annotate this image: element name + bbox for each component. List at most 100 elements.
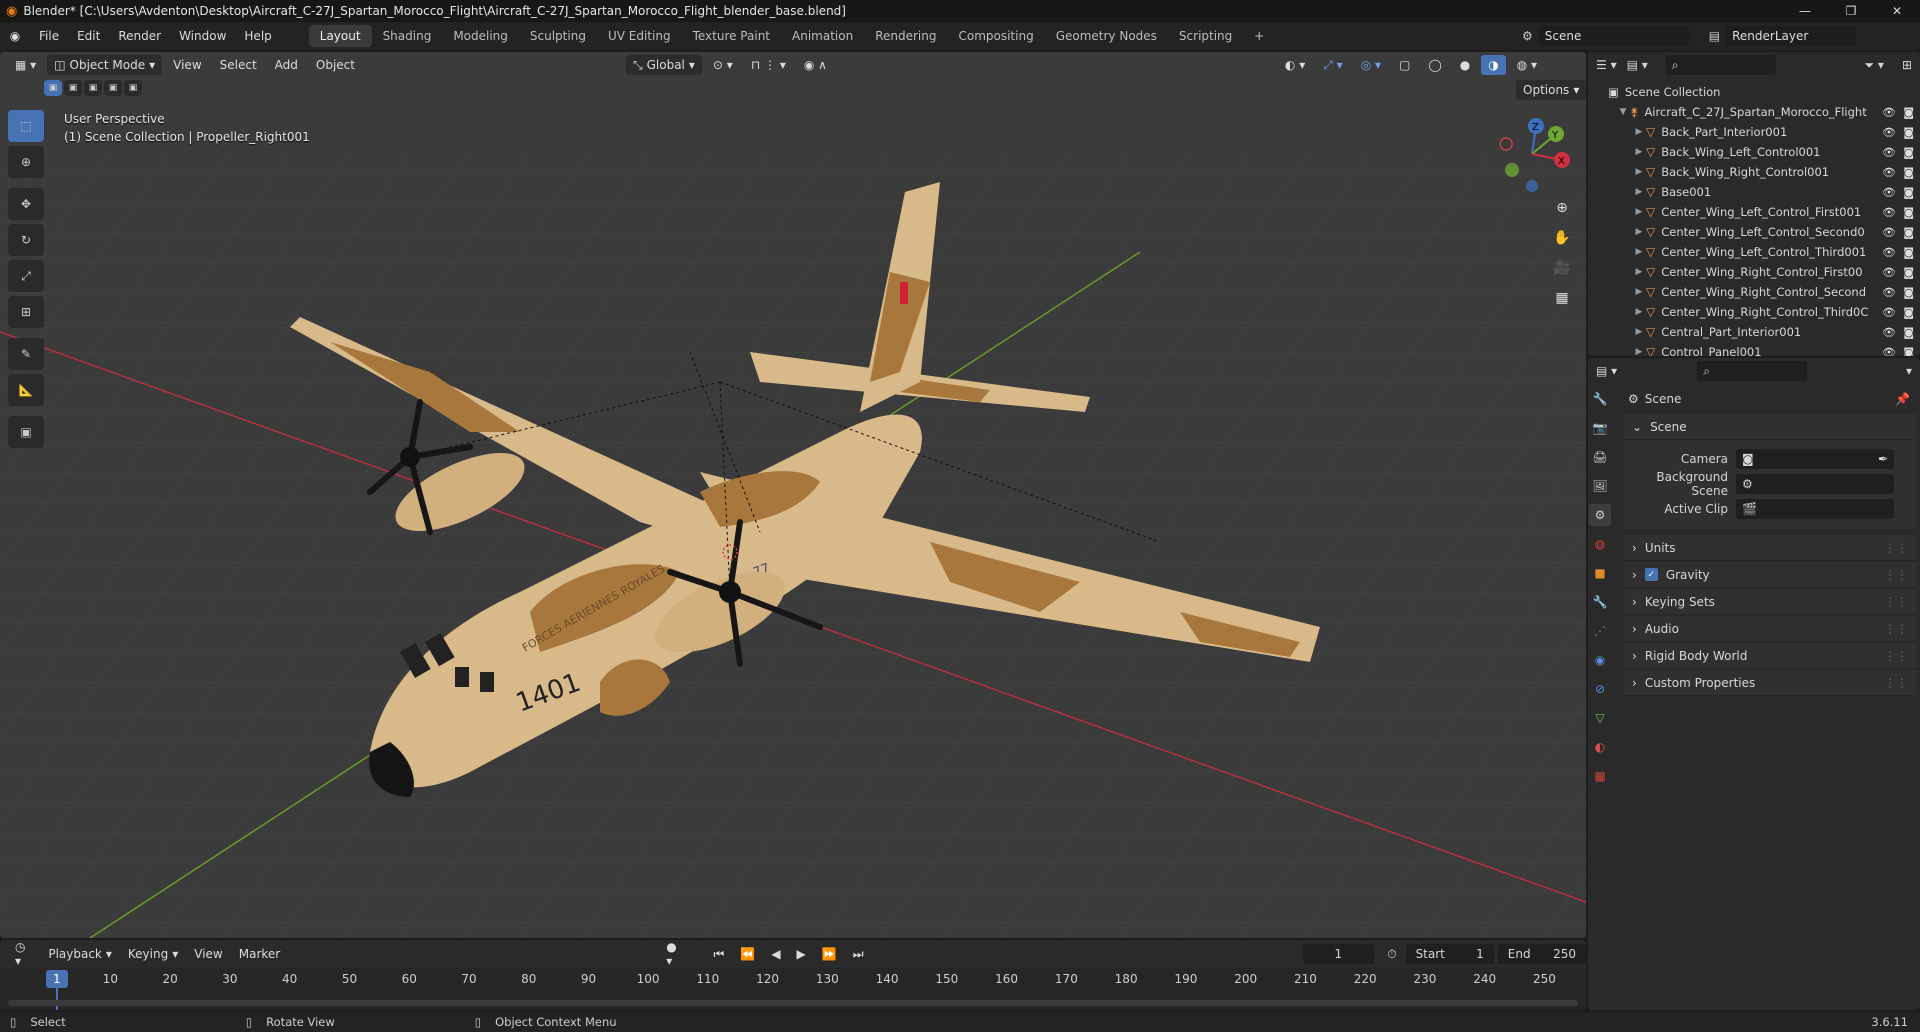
expand-arrow-icon[interactable]: ▶ [1632, 267, 1646, 277]
visibility-icon[interactable]: ◐ ▾ [1278, 55, 1312, 75]
view-layer-icon[interactable]: ▤ [1709, 29, 1720, 43]
camera-render-icon[interactable]: ◙ [1903, 186, 1914, 199]
editor-type-icon[interactable]: ▦ ▾ [8, 55, 43, 75]
eye-icon[interactable]: 👁 [1882, 206, 1896, 219]
tab-shading[interactable]: Shading [372, 25, 443, 47]
tool-tab-icon[interactable]: 🔧 [1589, 388, 1611, 410]
expand-arrow-icon[interactable]: ▶ [1632, 347, 1646, 356]
camera-render-icon[interactable]: ◙ [1903, 206, 1914, 219]
outliner-item[interactable]: ▶ ▽ Center_Wing_Right_Control_Second 👁 ◙ [1588, 282, 1920, 302]
select-extend-icon[interactable]: ▣ [64, 80, 82, 96]
shading-material-icon[interactable]: ◑ [1481, 55, 1506, 75]
expand-arrow-icon[interactable]: ▶ [1632, 247, 1646, 257]
material-tab-icon[interactable]: ◐ [1589, 736, 1611, 758]
outliner-item[interactable]: ▶ ▽ Back_Part_Interior001 👁 ◙ [1588, 122, 1920, 142]
select-box-icon[interactable]: ⬚ [8, 110, 44, 142]
chevron-down-icon[interactable]: ▾ [1906, 364, 1912, 378]
move-icon[interactable]: ✥ [8, 188, 44, 220]
expand-arrow-icon[interactable]: ▶ [1632, 187, 1646, 197]
property-panel-header[interactable]: › Custom Properties ⋮⋮ [1624, 670, 1916, 696]
menu-view-timeline[interactable]: View [187, 944, 229, 964]
property-panel-header[interactable]: › Audio ⋮⋮ [1624, 616, 1916, 642]
scene-section-header[interactable]: ⌄ Scene [1624, 414, 1916, 440]
minimize-button[interactable]: — [1782, 0, 1828, 22]
jump-end-icon[interactable]: ⏭ [846, 944, 871, 964]
rotate-icon[interactable]: ↻ [8, 224, 44, 256]
xray-icon[interactable]: ▢ [1392, 55, 1417, 75]
add-cube-icon[interactable]: ▣ [8, 416, 44, 448]
eye-icon[interactable]: 👁 [1882, 146, 1896, 159]
scene-icon[interactable]: ⚙ [1522, 29, 1533, 43]
end-frame-field[interactable]: End 250 [1497, 944, 1586, 964]
menu-add[interactable]: Add [268, 55, 305, 75]
tab-modeling[interactable]: Modeling [442, 25, 519, 47]
menu-file[interactable]: File [30, 22, 68, 50]
camera-render-icon[interactable]: ◙ [1903, 306, 1914, 319]
camera-render-icon[interactable]: ◙ [1903, 266, 1914, 279]
expand-arrow-icon[interactable]: ▶ [1632, 147, 1646, 157]
modifier-tab-icon[interactable]: 🔧 [1589, 591, 1611, 613]
expand-arrow-icon[interactable]: ▼ [1616, 107, 1630, 117]
outliner-item[interactable]: ▶ ▽ Control_Panel001 👁 ◙ [1588, 342, 1920, 356]
scene-selector[interactable]: Scene [1538, 26, 1689, 46]
outliner-item[interactable]: ▶ ▽ Center_Wing_Right_Control_First00 👁 ◙ [1588, 262, 1920, 282]
eye-icon[interactable]: 👁 [1882, 266, 1896, 279]
expand-arrow-icon[interactable]: ▶ [1632, 227, 1646, 237]
expand-arrow-icon[interactable]: ▶ [1632, 287, 1646, 297]
menu-view[interactable]: View [166, 55, 208, 75]
camera-render-icon[interactable]: ◙ [1903, 326, 1914, 339]
proportional-edit-icon[interactable]: ◉ ∧ [797, 55, 834, 75]
properties-search-input[interactable]: ⌕ [1697, 361, 1808, 381]
scale-icon[interactable]: ⤢ [8, 260, 44, 292]
menu-marker[interactable]: Marker [232, 944, 287, 964]
timeline-track[interactable]: 1 10 20 30 40 50 60 70 80 90 100 110 120 130 140 150 160… [0, 968, 1586, 1010]
eye-icon[interactable]: 👁 [1882, 226, 1896, 239]
eye-icon[interactable]: 👁 [1882, 286, 1896, 299]
data-tab-icon[interactable]: ▽ [1589, 707, 1611, 729]
outliner-item[interactable]: ▶ ▽ Base001 👁 ◙ [1588, 182, 1920, 202]
menu-edit[interactable]: Edit [68, 22, 109, 50]
property-panel-header[interactable]: › Keying Sets ⋮⋮ [1624, 589, 1916, 615]
pin-icon[interactable]: 📌 [1895, 392, 1910, 406]
object-tab-icon[interactable]: ■ [1589, 562, 1611, 584]
camera-render-icon[interactable]: ◙ [1903, 146, 1914, 159]
camera-field[interactable]: ◙ ✒ [1736, 448, 1894, 469]
navigation-gizmo[interactable]: Z Y X [1490, 112, 1574, 196]
timeline-scrollbar[interactable] [8, 1000, 1578, 1006]
view-layer-selector[interactable]: RenderLayer [1726, 26, 1857, 46]
transform-icon[interactable]: ⊞ [8, 296, 44, 328]
outliner-item[interactable]: ▶ ▽ Back_Wing_Left_Control001 👁 ◙ [1588, 142, 1920, 162]
outliner-editor-icon[interactable]: ☰ ▾ [1596, 58, 1617, 72]
eye-icon[interactable]: 👁 [1882, 326, 1896, 339]
outliner-item[interactable]: ▶ ▽ Back_Wing_Right_Control001 👁 ◙ [1588, 162, 1920, 182]
select-invert-icon[interactable]: ▣ [104, 80, 122, 96]
expand-arrow-icon[interactable]: ▶ [1632, 207, 1646, 217]
menu-keying[interactable]: Keying ▾ [121, 944, 185, 964]
render-tab-icon[interactable]: 📷 [1589, 417, 1611, 439]
expand-arrow-icon[interactable]: ▶ [1632, 307, 1646, 317]
play-icon[interactable]: ▶ [790, 944, 813, 964]
tab-geometry-nodes[interactable]: Geometry Nodes [1045, 25, 1168, 47]
tab-rendering[interactable]: Rendering [864, 25, 947, 47]
gizmo-toggle-icon[interactable]: ⤢ ▾ [1316, 55, 1349, 75]
view-layer-tab-icon[interactable]: 🖼 [1589, 475, 1611, 497]
world-tab-icon[interactable]: ◍ [1589, 533, 1611, 555]
shading-rendered-icon[interactable]: ◍ ▾ [1510, 55, 1544, 75]
outliner-root[interactable]: ▣ Scene Collection [1588, 82, 1920, 102]
3d-viewport[interactable]: 1401 FORCES AERIENNES ROYALES 77 ▦ ▾ ◫ O… [0, 52, 1586, 938]
add-workspace-button[interactable]: + [1243, 25, 1275, 47]
eye-icon[interactable]: 👁 [1882, 166, 1896, 179]
properties-editor-icon[interactable]: ▤ ▾ [1596, 364, 1617, 378]
new-collection-icon[interactable]: ⊞ [1902, 58, 1912, 72]
drag-handle-icon[interactable]: ⋮⋮ [1884, 541, 1908, 555]
outliner-collection[interactable]: ▼ ⚵ Aircraft_C_27J_Spartan_Morocco_Fligh… [1588, 102, 1920, 122]
outliner-item[interactable]: ▶ ▽ Center_Wing_Left_Control_Third001 👁 ◙ [1588, 242, 1920, 262]
drag-handle-icon[interactable]: ⋮⋮ [1884, 568, 1908, 582]
expand-arrow-icon[interactable]: ▶ [1632, 127, 1646, 137]
shading-wireframe-icon[interactable]: ◯ [1421, 55, 1448, 75]
transform-orientation-dropdown[interactable]: ⤡ Global ▾ [626, 55, 702, 75]
options-dropdown[interactable]: Options ▾ [1516, 80, 1586, 100]
pivot-icon[interactable]: ⊙ ▾ [706, 55, 740, 75]
camera-render-icon[interactable]: ◙ [1903, 226, 1914, 239]
blender-menu-icon[interactable]: ◉ [0, 29, 30, 43]
